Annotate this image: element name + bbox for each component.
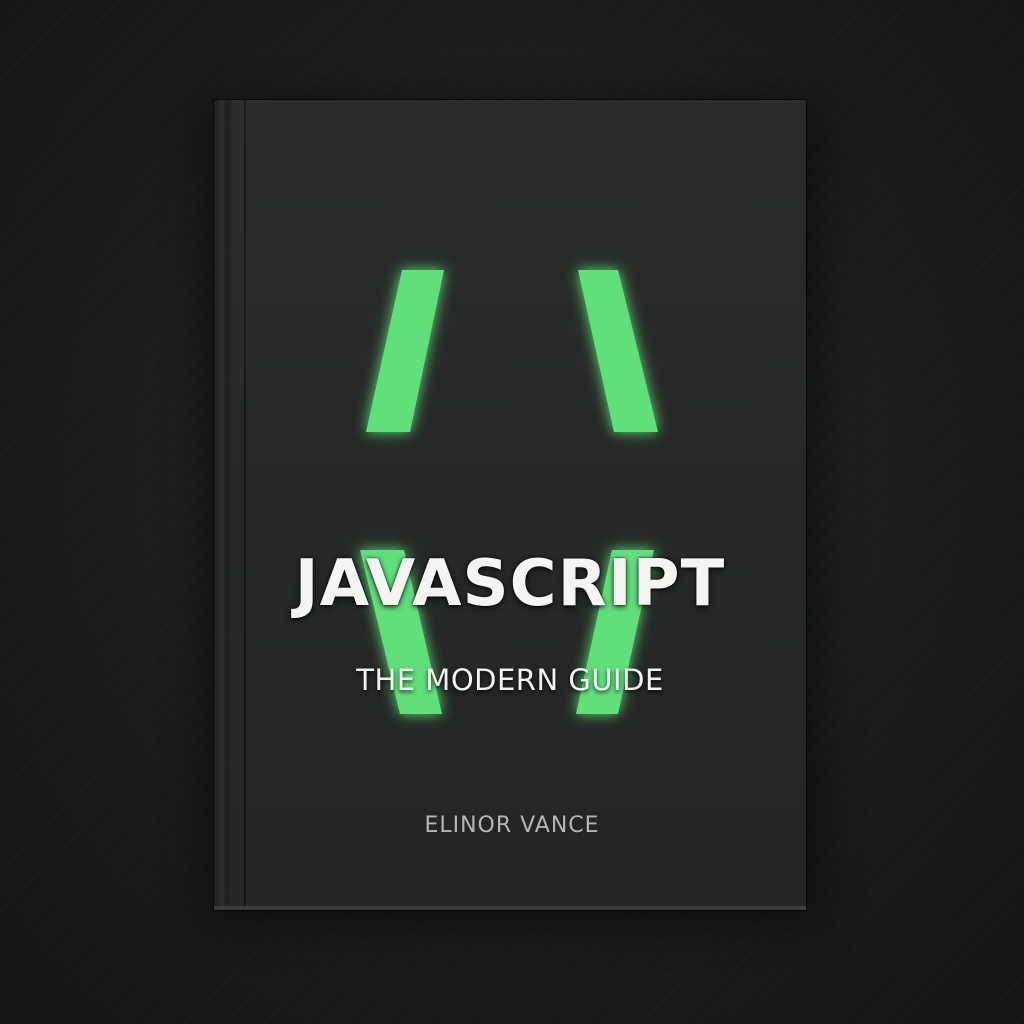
book-bottom-edge — [214, 906, 806, 910]
book-title: JAVASCRIPT — [294, 547, 726, 621]
book-author: ELINOR VANCE — [424, 813, 600, 838]
book-subtitle: THE MODERN GUIDE — [356, 663, 664, 697]
upper-right-slash — [578, 270, 658, 432]
upper-left-slash — [366, 270, 444, 432]
code-slash-graphic — [360, 270, 658, 714]
book-cover: JAVASCRIPT THE MODERN GUIDE — [214, 100, 806, 910]
